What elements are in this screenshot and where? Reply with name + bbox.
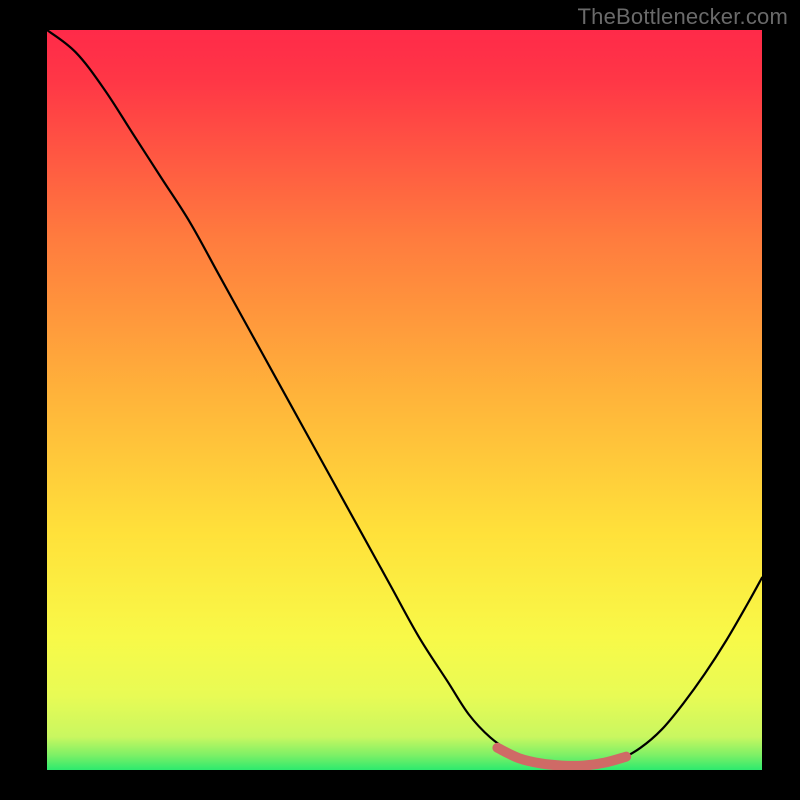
watermark-text: TheBottlenecker.com [578, 4, 788, 30]
gradient-background [47, 30, 762, 770]
plot-svg [47, 30, 762, 770]
chart-frame: TheBottlenecker.com [0, 0, 800, 800]
bottleneck-plot [47, 30, 762, 770]
